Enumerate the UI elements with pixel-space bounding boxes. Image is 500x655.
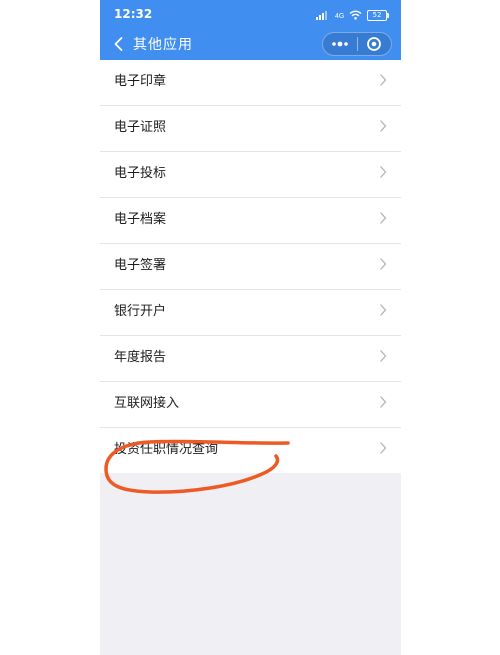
chevron-right-icon bbox=[380, 350, 387, 362]
status-time: 12:32 bbox=[114, 7, 153, 21]
navigation-bar: 其他应用 bbox=[100, 30, 401, 60]
more-button[interactable] bbox=[323, 33, 357, 55]
menu-item-label: 电子证照 bbox=[114, 120, 167, 135]
battery-icon: 52 bbox=[367, 9, 389, 21]
menu-item-electronic-seal[interactable]: 电子印章 bbox=[100, 60, 401, 106]
chevron-right-icon bbox=[380, 304, 387, 316]
menu-item-electronic-license[interactable]: 电子证照 bbox=[100, 106, 401, 152]
chevron-right-icon bbox=[380, 74, 387, 86]
chevron-right-icon bbox=[380, 120, 387, 132]
menu-item-internet-access[interactable]: 互联网接入 bbox=[100, 382, 401, 428]
menu-item-label: 互联网接入 bbox=[114, 396, 180, 411]
chevron-right-icon bbox=[380, 212, 387, 224]
menu-item-label: 电子印章 bbox=[114, 74, 167, 89]
wifi-icon bbox=[349, 10, 362, 20]
menu-list: 电子印章 电子证照 电子投标 电子档案 电子签署 银行开户 年度报告 互联网接入… bbox=[100, 60, 401, 473]
menu-item-electronic-bidding[interactable]: 电子投标 bbox=[100, 152, 401, 198]
page-title: 其他应用 bbox=[133, 37, 193, 53]
menu-item-label: 投资任职情况查询 bbox=[114, 442, 219, 457]
chevron-right-icon bbox=[380, 396, 387, 408]
mini-program-capsule bbox=[322, 32, 392, 56]
menu-item-electronic-signing[interactable]: 电子签署 bbox=[100, 244, 401, 290]
menu-item-label: 电子投标 bbox=[114, 166, 167, 181]
menu-item-label: 银行开户 bbox=[114, 304, 167, 319]
chevron-left-icon[interactable] bbox=[109, 34, 129, 54]
chevron-right-icon bbox=[380, 166, 387, 178]
chevron-right-icon bbox=[380, 442, 387, 454]
menu-item-label: 电子档案 bbox=[114, 212, 167, 227]
status-icons: 4G 52 bbox=[316, 8, 389, 22]
menu-item-investment-position-query[interactable]: 投资任职情况查询 bbox=[100, 428, 401, 473]
chevron-right-icon bbox=[380, 258, 387, 270]
signal-icon bbox=[316, 11, 327, 20]
close-button[interactable] bbox=[357, 33, 391, 55]
menu-item-label: 年度报告 bbox=[114, 350, 167, 365]
menu-item-bank-account-opening[interactable]: 银行开户 bbox=[100, 290, 401, 336]
hd-icon: 4G bbox=[335, 13, 344, 20]
status-bar: 12:32 4G 52 bbox=[100, 0, 401, 30]
mini-program-screen: 12:32 4G 52 其他应用 电子印章 电子证照 电子投标 电子档案 电子签… bbox=[100, 0, 401, 655]
menu-item-electronic-archive[interactable]: 电子档案 bbox=[100, 198, 401, 244]
menu-item-label: 电子签署 bbox=[114, 258, 167, 273]
target-close-icon bbox=[367, 37, 382, 51]
svg-text:4G: 4G bbox=[335, 13, 344, 20]
menu-item-annual-report[interactable]: 年度报告 bbox=[100, 336, 401, 382]
more-dots-icon bbox=[331, 41, 348, 47]
